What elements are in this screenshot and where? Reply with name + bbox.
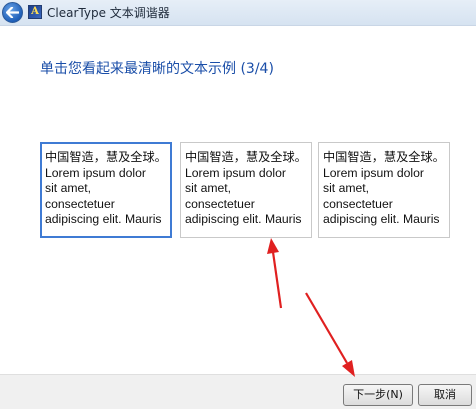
cleartype-app-icon: A [28, 5, 42, 19]
back-button[interactable] [2, 2, 23, 23]
page-heading: 单击您看起来最清晰的文本示例 (3/4) [40, 61, 274, 77]
sample-line: consectetuer [323, 196, 393, 211]
cleartype-tuner-window: A ClearType 文本调谐器 单击您看起来最清晰的文本示例 (3/4) 中… [0, 0, 476, 409]
sample-line: adipiscing elit. Mauris [45, 212, 162, 227]
sample-line: sit amet, [45, 181, 92, 196]
back-arrow-icon [6, 7, 19, 18]
next-button[interactable]: 下一步(N) [343, 384, 413, 406]
sample-line: sit amet, [323, 181, 370, 196]
sample-line: 中国智造，慧及全球。 [45, 150, 167, 164]
text-sample-1[interactable]: 中国智造，慧及全球。 Lorem ipsum dolor sit amet, c… [40, 142, 172, 238]
sample-line: adipiscing elit. Mauris [185, 212, 302, 227]
text-sample-3[interactable]: 中国智造，慧及全球。 Lorem ipsum dolor sit amet, c… [318, 142, 450, 238]
text-sample-2[interactable]: 中国智造，慧及全球。 Lorem ipsum dolor sit amet, c… [180, 142, 312, 238]
sample-line: Lorem ipsum dolor [45, 165, 146, 180]
cancel-button[interactable]: 取消 [418, 384, 472, 406]
sample-line: consectetuer [185, 196, 255, 211]
sample-line: Lorem ipsum dolor [323, 165, 424, 180]
arrow-to-sample-2 [267, 238, 283, 309]
sample-line: sit amet, [185, 181, 232, 196]
sample-line: 中国智造，慧及全球。 [323, 150, 445, 164]
title-bar: A ClearType 文本调谐器 [0, 0, 476, 26]
sample-line: Lorem ipsum dolor [185, 165, 286, 180]
sample-line: adipiscing elit. Mauris [323, 212, 440, 227]
button-bar: 下一步(N) 取消 [0, 374, 476, 409]
sample-line: 中国智造，慧及全球。 [185, 150, 307, 164]
arrow-to-next-button [305, 292, 355, 377]
sample-line: consectetuer [45, 196, 115, 211]
window-title: ClearType 文本调谐器 [47, 6, 170, 20]
